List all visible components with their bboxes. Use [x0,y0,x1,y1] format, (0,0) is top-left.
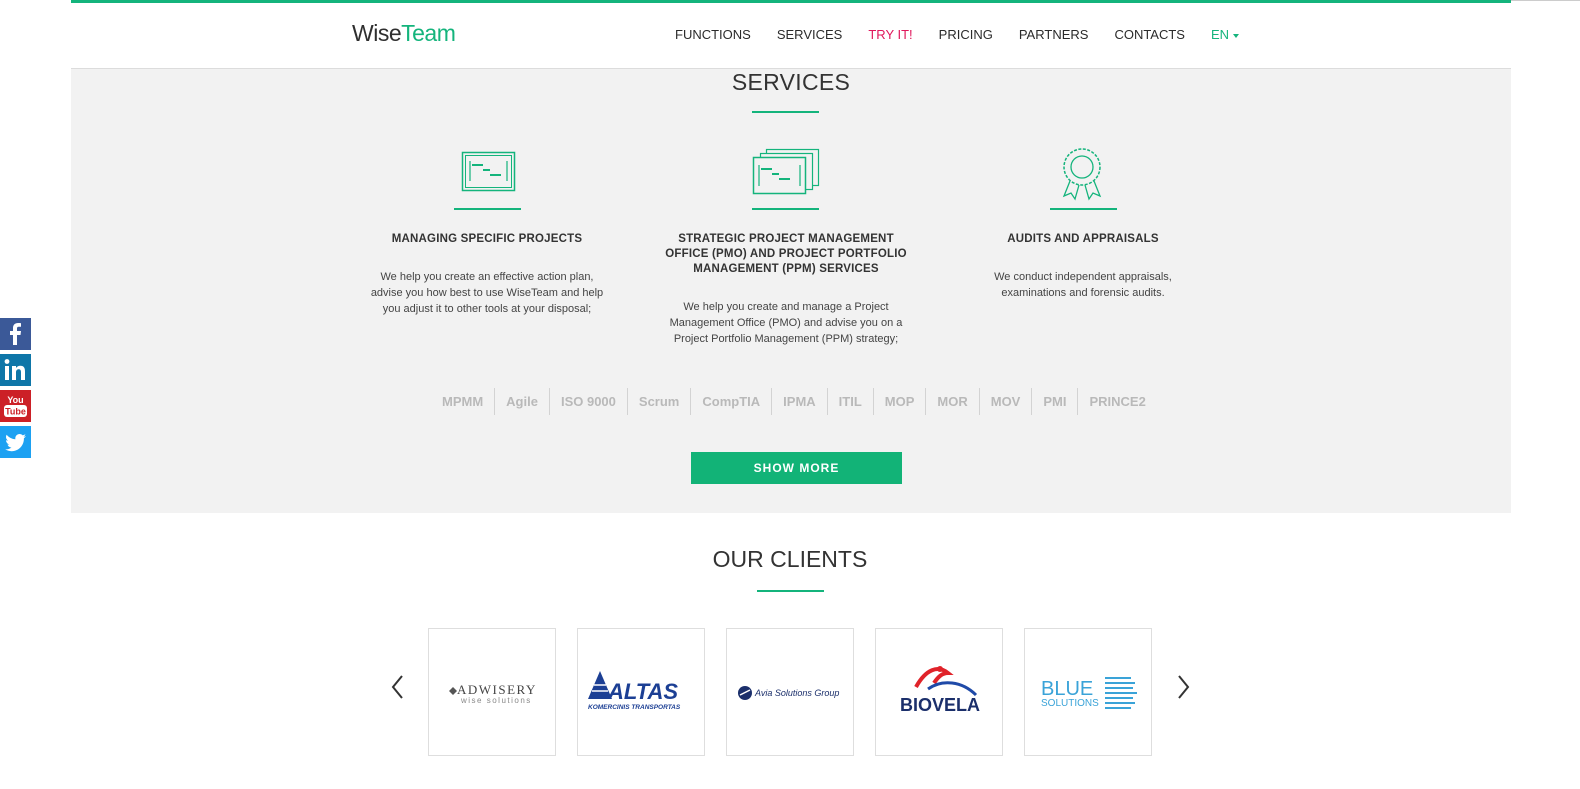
services-title-underline [752,111,819,113]
linkedin-icon[interactable] [0,354,31,386]
standard-item[interactable]: ITIL [826,388,873,415]
main-nav: FUNCTIONS SERVICES TRY IT! PRICING PARTN… [675,27,1240,42]
logo-team: Team [401,20,456,46]
svg-text:Tube: Tube [5,407,26,417]
twitter-icon[interactable] [0,426,31,458]
nav-pricing[interactable]: PRICING [939,27,993,42]
standard-item[interactable]: Scrum [626,388,690,415]
svg-text:You: You [7,395,23,405]
services-title: SERVICES [731,69,851,95]
client-tagline: wise solutions [460,696,532,705]
service-title: MANAGING SPECIFIC PROJECTS [391,233,583,245]
language-label: EN [1210,27,1230,42]
gantt-board-icon [461,151,516,198]
standard-item[interactable]: MOV [978,388,1032,415]
standard-item[interactable]: MPMM [431,388,494,415]
client-logo-altas[interactable]: ALTAS KOMERCINIS TRANSPORTAS [577,628,705,756]
facebook-icon[interactable] [0,318,31,350]
chevron-right-icon[interactable] [1173,672,1193,702]
nav-try-it[interactable]: TRY IT! [868,27,912,42]
clients-title: OUR CLIENTS [712,546,868,572]
nav-functions[interactable]: FUNCTIONS [675,27,751,42]
column-underline [454,208,521,210]
service-title: AUDITS AND APPRAISALS [1007,233,1159,245]
client-tagline: SOLUTIONS [1041,698,1099,709]
chevron-left-icon[interactable] [388,672,408,702]
client-tagline: KOMERCINIS TRANSPORTAS [588,704,681,711]
page: WiseTeam FUNCTIONS SERVICES TRY IT! PRIC… [0,0,1580,789]
client-logo-avia-solutions[interactable]: Avia Solutions Group [726,628,854,756]
nav-services[interactable]: SERVICES [777,27,843,42]
standard-item[interactable]: Agile [494,388,549,415]
youtube-icon[interactable]: You Tube [0,390,31,422]
standard-item[interactable]: CompTIA [690,388,771,415]
standard-item[interactable]: ISO 9000 [548,388,627,415]
column-underline [752,208,819,210]
award-ribbon-icon [1059,144,1105,207]
caret-down-icon [1233,33,1240,38]
service-description: We help you create an effective action p… [370,271,604,315]
client-name: Avia Solutions Group [754,688,839,698]
language-selector[interactable]: EN [1210,27,1240,42]
client-name: ALTAS [607,679,678,704]
standard-item[interactable]: PRINCE2 [1077,388,1156,415]
service-description: We conduct independent appraisals, exami… [994,271,1172,299]
wiseteam-logo[interactable]: WiseTeam [352,20,456,47]
clients-title-underline [757,590,824,592]
client-name: ADWISERY [457,682,537,697]
client-name: BIOVELA [900,695,980,715]
nav-partners[interactable]: PARTNERS [1019,27,1089,42]
client-logo-biovela[interactable]: BIOVELA [875,628,1003,756]
top-divider [1511,0,1580,1]
standard-item[interactable]: PMI [1031,388,1077,415]
service-description: We help you create and manage a Project … [669,301,903,345]
show-more-button[interactable]: SHOW MORE [691,452,902,484]
logo-wise: Wise [352,20,402,46]
standards-list: MPMM Agile ISO 9000 Scrum CompTIA IPMA I… [431,388,1157,415]
nav-contacts[interactable]: CONTACTS [1114,27,1185,42]
client-name: BLUE [1041,678,1093,700]
standard-item[interactable]: IPMA [771,388,827,415]
service-title: STRATEGIC PROJECT MANAGEMENT OFFICE (PMO… [665,233,907,275]
site-header: WiseTeam FUNCTIONS SERVICES TRY IT! PRIC… [71,3,1511,69]
standard-item[interactable]: MOP [872,388,926,415]
stacked-gantt-boards-icon [752,148,822,201]
client-logo-adwisery[interactable]: ADWISERY wise solutions [428,628,556,756]
column-underline [1050,208,1117,210]
services-section: SERVICES MANAGING SPECIFIC PROJECTS We h… [71,69,1511,513]
client-logo-blue-solutions[interactable]: BLUE SOLUTIONS [1024,628,1152,756]
standard-item[interactable]: MOR [925,388,978,415]
